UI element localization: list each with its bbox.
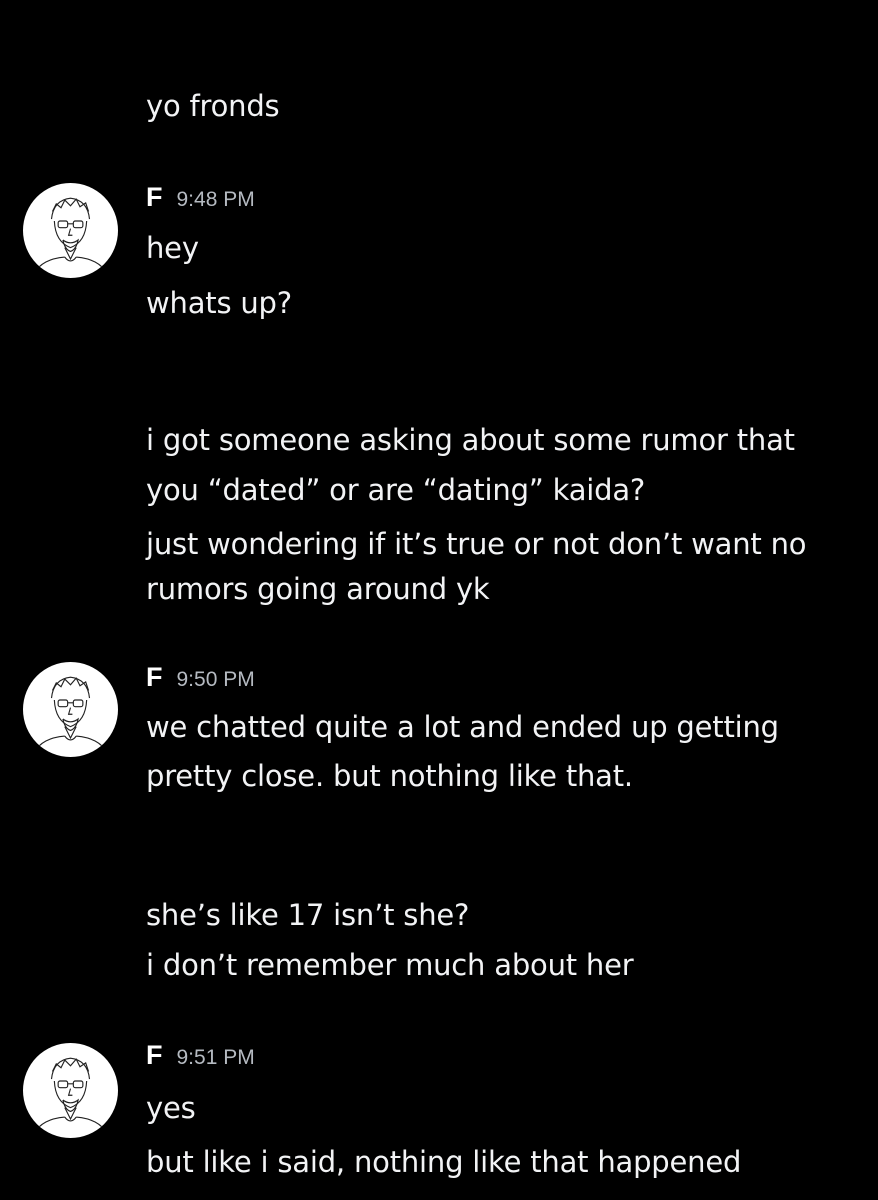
avatar[interactable] — [23, 1043, 118, 1138]
timestamp[interactable]: 9:51 PM — [177, 1046, 255, 1070]
message-header: F 9:48 PM — [146, 182, 255, 218]
message-line: whats up? — [146, 286, 292, 320]
message-line: pretty close. but nothing like that. — [146, 759, 633, 793]
message-line: yes — [146, 1091, 196, 1125]
message-line: yo fronds — [146, 89, 280, 123]
avatar[interactable] — [23, 662, 118, 757]
user-sketch-avatar-icon — [33, 1057, 108, 1134]
message-line: but like i said, nothing like that happe… — [146, 1145, 742, 1179]
message-line: we chatted quite a lot and ended up gett… — [146, 710, 779, 744]
message-line: rumors going around yk — [146, 572, 490, 606]
message-header: F 9:51 PM — [146, 1040, 255, 1076]
message-line: she’s like 17 isn’t she? — [146, 898, 470, 932]
timestamp[interactable]: 9:50 PM — [177, 668, 255, 692]
timestamp[interactable]: 9:48 PM — [177, 188, 255, 212]
message-line: i got someone asking about some rumor th… — [146, 423, 795, 457]
message-line: you “dated” or are “dating” kaida? — [146, 473, 646, 507]
message-header: F 9:50 PM — [146, 662, 255, 698]
username[interactable]: F — [146, 182, 163, 213]
username[interactable]: F — [146, 662, 163, 693]
user-sketch-avatar-icon — [33, 197, 108, 274]
user-sketch-avatar-icon — [33, 676, 108, 753]
message-line: just wondering if it’s true or not don’t… — [146, 527, 807, 561]
message-line: i don’t remember much about her — [146, 948, 634, 982]
avatar[interactable] — [23, 183, 118, 278]
username[interactable]: F — [146, 1040, 163, 1071]
message-line: hey — [146, 231, 199, 265]
